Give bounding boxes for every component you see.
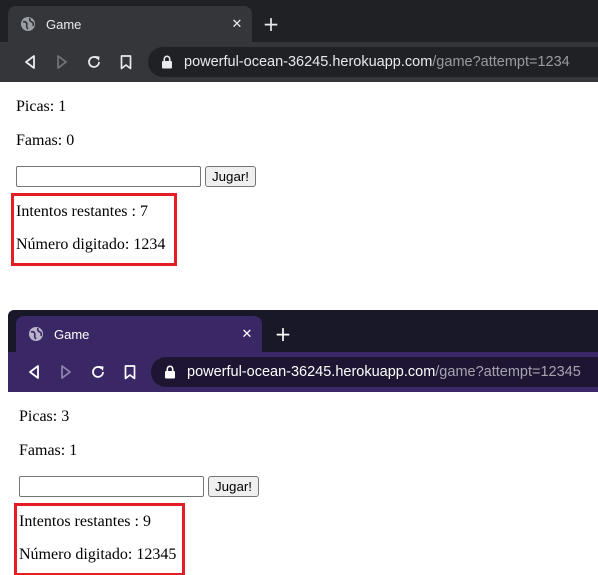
bookmark-icon[interactable]	[114, 50, 138, 74]
address-bar[interactable]: powerful-ocean-36245.herokuapp.com/game?…	[151, 357, 598, 387]
back-icon[interactable]	[22, 360, 46, 384]
reload-icon[interactable]	[82, 50, 106, 74]
lock-icon	[160, 55, 174, 69]
tab-strip: Game ✕ +	[0, 0, 598, 42]
tab-game[interactable]: Game ✕	[8, 6, 252, 42]
browser-toolbar: powerful-ocean-36245.herokuapp.com/game?…	[8, 352, 598, 392]
back-icon[interactable]	[18, 50, 42, 74]
lock-icon	[163, 365, 177, 379]
picas-text: Picas: 3	[19, 408, 70, 425]
famas-text: Famas: 1	[19, 442, 78, 459]
forward-icon[interactable]	[54, 360, 78, 384]
url-path: /game?attempt=1234	[432, 54, 570, 70]
tab-strip: Game ✕ +	[8, 310, 598, 352]
highlight-box	[14, 503, 185, 575]
forward-icon[interactable]	[50, 50, 74, 74]
url-text: powerful-ocean-36245.herokuapp.com/game?…	[184, 54, 570, 70]
tab-game[interactable]: Game ✕	[16, 316, 262, 352]
picas-text: Picas: 1	[16, 98, 67, 115]
url-text: powerful-ocean-36245.herokuapp.com/game?…	[187, 364, 581, 380]
page-content: Picas: 1 Famas: 0 Jugar! Intentos restan…	[0, 82, 598, 310]
globe-icon	[20, 16, 36, 32]
bookmark-icon[interactable]	[118, 360, 142, 384]
screenshot-attempt-12345: Game ✕ + powerful-ocean-36245.herokuapp.…	[0, 310, 598, 575]
page-content: Picas: 3 Famas: 1 Jugar! Intentos restan…	[8, 392, 598, 575]
jugar-button[interactable]: Jugar!	[208, 476, 259, 497]
famas-text: Famas: 0	[16, 132, 75, 149]
reload-icon[interactable]	[86, 360, 110, 384]
tab-title: Game	[46, 16, 82, 32]
browser-toolbar: powerful-ocean-36245.herokuapp.com/game?…	[0, 42, 598, 82]
url-path: /game?attempt=12345	[435, 364, 581, 380]
highlight-box	[11, 193, 177, 266]
plus-icon[interactable]: +	[271, 322, 295, 346]
close-icon[interactable]: ✕	[238, 325, 256, 343]
address-bar[interactable]: powerful-ocean-36245.herokuapp.com/game?…	[148, 47, 598, 77]
close-icon[interactable]: ✕	[228, 15, 246, 33]
guess-input[interactable]	[16, 166, 201, 187]
url-host: powerful-ocean-36245.herokuapp.com	[184, 54, 433, 70]
screenshot-attempt-1234: Game ✕ + powerful-ocean-36245.herokuapp.…	[0, 0, 598, 310]
globe-icon	[28, 326, 44, 342]
plus-icon[interactable]: +	[259, 12, 283, 36]
jugar-button[interactable]: Jugar!	[205, 166, 256, 187]
url-host: powerful-ocean-36245.herokuapp.com	[187, 364, 436, 380]
tab-title: Game	[54, 326, 90, 342]
guess-input[interactable]	[19, 476, 204, 497]
